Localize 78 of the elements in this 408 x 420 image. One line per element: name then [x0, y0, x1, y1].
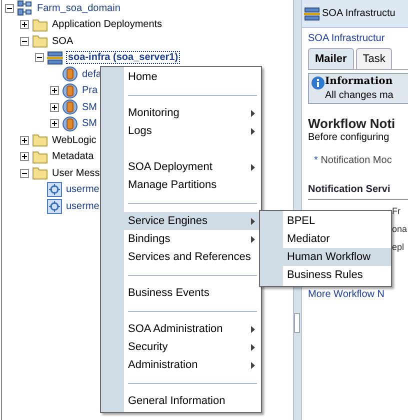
tree-item[interactable]: WebLogic	[51, 134, 98, 146]
menu-item[interactable]: Bindings	[101, 230, 261, 248]
tree-item[interactable]: userme	[65, 200, 100, 212]
menu-item[interactable]: BPEL	[260, 212, 391, 230]
page-heading: Workflow Noti	[308, 116, 396, 131]
field-label: epl	[392, 241, 406, 254]
submenu-arrow-icon	[251, 362, 255, 369]
field-label: ona	[392, 223, 408, 236]
folder-icon	[32, 34, 48, 48]
collapse-icon[interactable]	[20, 168, 29, 178]
tree-item[interactable]: Pra	[81, 85, 99, 96]
info-text: All changes ma	[325, 90, 394, 101]
composite-icon	[62, 66, 78, 82]
required-mark: *	[314, 155, 318, 166]
panel-title: SOA Infrastructu	[322, 8, 396, 19]
tab[interactable]: Task	[356, 48, 392, 69]
expand-icon[interactable]	[50, 102, 59, 112]
composite-icon	[62, 99, 78, 116]
menu-item[interactable]: Business Rules	[260, 266, 391, 284]
domain-icon	[17, 0, 33, 16]
messaging-icon	[47, 182, 62, 198]
menu-item[interactable]: General Information	[101, 392, 261, 410]
collapse-icon[interactable]	[5, 4, 14, 13]
menu-item[interactable]: Human Workflow	[260, 248, 391, 266]
field-label: Fr	[392, 205, 402, 218]
folder-icon	[32, 18, 48, 32]
expand-icon[interactable]	[20, 136, 29, 145]
menu-item[interactable]: Business Events	[101, 284, 261, 302]
folder-icon	[32, 150, 48, 164]
messaging-icon	[47, 198, 62, 214]
submenu-arrow-icon	[251, 218, 255, 225]
menu-item[interactable]: Monitoring	[101, 104, 261, 122]
tree-item[interactable]: SM	[81, 102, 98, 113]
folder-icon	[32, 133, 48, 148]
more-link[interactable]: More Workflow N	[308, 289, 384, 300]
expand-icon[interactable]	[20, 20, 29, 30]
menu-item[interactable]: Home	[101, 68, 261, 86]
menu-item[interactable]: SOA Deployment	[101, 158, 261, 176]
tree-item[interactable]: Metadata	[51, 151, 95, 162]
tree-item[interactable]: SM	[81, 118, 98, 130]
section-heading: Notification Servi	[308, 184, 408, 200]
folder-icon	[32, 166, 48, 180]
breadcrumb-link[interactable]: SOA Infrastructur	[308, 33, 385, 44]
expand-icon[interactable]	[50, 86, 59, 96]
tree-item[interactable]: User Mess	[51, 168, 101, 179]
composite-icon	[62, 82, 78, 99]
collapse-icon[interactable]	[35, 53, 44, 62]
tab[interactable]: Mailer	[308, 48, 354, 69]
field-label: Notification Moc	[320, 155, 392, 166]
tree-item[interactable]: SOA	[51, 36, 74, 47]
expand-icon[interactable]	[50, 119, 59, 128]
info-icon	[311, 76, 325, 90]
submenu-arrow-icon	[251, 110, 255, 117]
menu-item[interactable]: Logs	[101, 122, 261, 140]
tree-item[interactable]: Farm_soa_domain	[36, 2, 122, 14]
menu-item[interactable]: Mediator	[260, 230, 391, 248]
collapse-handle[interactable]	[294, 313, 300, 333]
intro-text: Before configuring	[308, 132, 390, 143]
submenu-arrow-icon	[251, 164, 255, 171]
submenu-arrow-icon	[251, 128, 255, 135]
tree-item[interactable]: userme	[65, 184, 100, 196]
server-icon	[304, 6, 320, 22]
expand-icon[interactable]	[20, 152, 29, 162]
tree-item[interactable]: Application Deployments	[51, 19, 164, 30]
menu-item[interactable]: Manage Partitions	[101, 176, 261, 194]
submenu-arrow-icon	[251, 236, 255, 243]
menu-item[interactable]: Services and References	[101, 248, 261, 266]
collapse-icon[interactable]	[20, 36, 29, 46]
server-icon	[47, 50, 63, 66]
info-title: Information	[325, 76, 394, 89]
submenu-arrow-icon	[251, 344, 255, 351]
tree-item[interactable]: soa-infra (soa_server1)	[66, 51, 180, 64]
submenu-arrow-icon	[251, 326, 255, 333]
menu-item[interactable]: Administration	[101, 356, 261, 374]
menu-item[interactable]: SOA Administration	[101, 320, 261, 338]
composite-icon	[62, 116, 78, 132]
menu-item[interactable]: Security	[101, 338, 261, 356]
menu-item[interactable]: Service Engines	[101, 212, 261, 230]
